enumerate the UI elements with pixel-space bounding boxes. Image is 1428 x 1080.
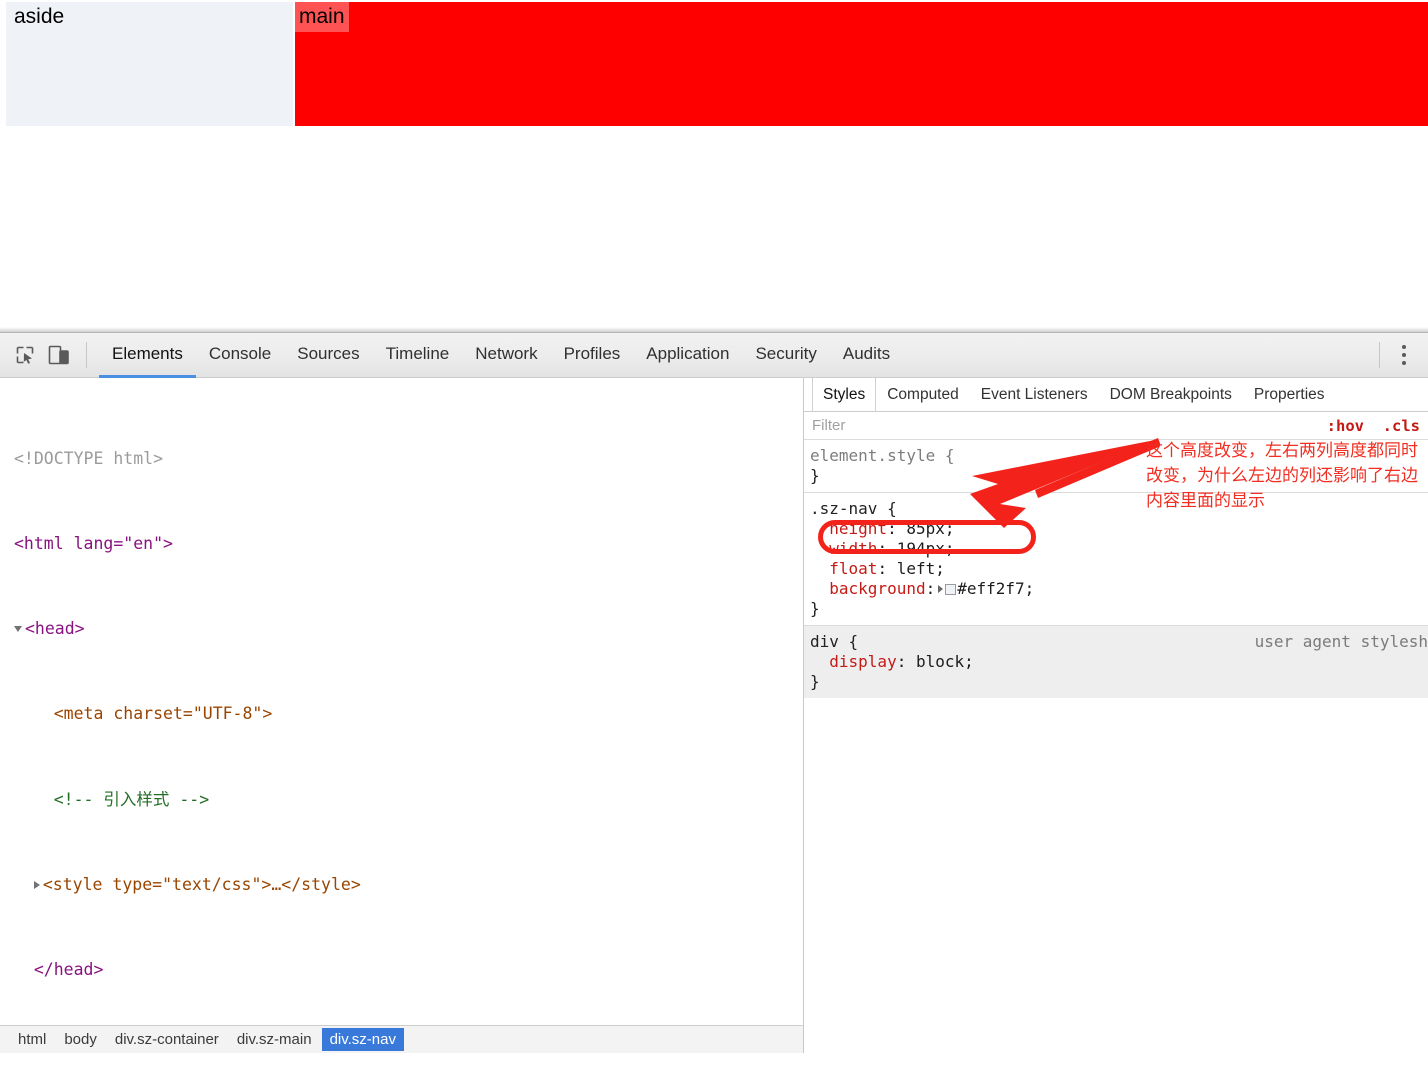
- breadcrumb-item-sz-nav[interactable]: div.sz-nav: [321, 1028, 404, 1051]
- inspect-element-icon[interactable]: [8, 333, 42, 377]
- css-value-height[interactable]: 85px: [906, 519, 945, 538]
- css-value-width[interactable]: 194px: [897, 539, 945, 558]
- device-toolbar-icon[interactable]: [42, 333, 76, 377]
- tab-profiles[interactable]: Profiles: [551, 333, 634, 378]
- dom-html-open: <html lang="en">: [14, 534, 173, 554]
- tab-properties[interactable]: Properties: [1243, 378, 1336, 411]
- css-rule-div-ua[interactable]: div { display: block; } user agent styles…: [804, 625, 1428, 698]
- toolbar-divider: [86, 342, 87, 368]
- dom-head-open: <head>: [25, 619, 85, 639]
- css-rule-element-style[interactable]: element.style { }: [804, 440, 1428, 492]
- dom-row[interactable]: <!DOCTYPE html>: [0, 448, 803, 469]
- disclosure-triangle-icon[interactable]: [14, 626, 22, 633]
- tab-network[interactable]: Network: [462, 333, 550, 378]
- preview-main-label: main: [295, 2, 349, 32]
- styles-filter-bar[interactable]: Filter :hov .cls: [804, 412, 1428, 440]
- breadcrumb-item-html[interactable]: html: [10, 1028, 54, 1051]
- color-swatch[interactable]: [945, 584, 957, 595]
- hov-cls-toggles[interactable]: :hov .cls: [1327, 417, 1420, 435]
- dom-head-close: </head>: [33, 960, 104, 980]
- css-prop-display[interactable]: display: [829, 652, 896, 671]
- breadcrumb-item-sz-main[interactable]: div.sz-main: [229, 1028, 320, 1051]
- tab-styles[interactable]: Styles: [812, 378, 877, 411]
- dom-comment: <!-- 引入样式 -->: [53, 789, 210, 809]
- css-value-float[interactable]: left: [897, 559, 936, 578]
- css-selector: element.style {: [810, 446, 955, 465]
- styles-pane: Styles Computed Event Listeners DOM Brea…: [804, 378, 1428, 1053]
- devtools-panel: Elements Console Sources Timeline Networ…: [0, 332, 1428, 1080]
- css-rule-close: }: [810, 599, 820, 618]
- css-rule-sz-nav[interactable]: .sz-nav { height: 85px; width: 194px; fl…: [804, 492, 1428, 625]
- toolbar-right-group: [1379, 335, 1428, 375]
- dom-row[interactable]: <html lang="en">: [0, 533, 803, 554]
- tab-console[interactable]: Console: [196, 333, 284, 378]
- disclosure-triangle-icon[interactable]: [33, 880, 40, 889]
- dom-doctype: <!DOCTYPE html>: [14, 448, 164, 468]
- dom-tree: <!DOCTYPE html> <html lang="en"> <head> …: [0, 378, 803, 1053]
- devtools-toolbar: Elements Console Sources Timeline Networ…: [0, 333, 1428, 378]
- css-prop-width[interactable]: width: [829, 539, 877, 558]
- breadcrumb-item-body[interactable]: body: [56, 1028, 105, 1051]
- tab-dom-breakpoints[interactable]: DOM Breakpoints: [1099, 378, 1243, 411]
- preview-aside-column: aside: [6, 2, 293, 126]
- tab-event-listeners[interactable]: Event Listeners: [970, 378, 1099, 411]
- devtools-tab-bar: Elements Console Sources Timeline Networ…: [99, 333, 903, 378]
- css-stylesheet-source: user agent stylesh: [1254, 632, 1428, 651]
- tab-security[interactable]: Security: [742, 333, 829, 378]
- dom-tree-pane[interactable]: <!DOCTYPE html> <html lang="en"> <head> …: [0, 378, 804, 1053]
- styles-tab-bar: Styles Computed Event Listeners DOM Brea…: [804, 378, 1428, 412]
- dom-row[interactable]: <head>: [0, 618, 803, 639]
- preview-aside-label: aside: [14, 5, 65, 28]
- preview-main-column: main: [295, 2, 1428, 126]
- tab-timeline[interactable]: Timeline: [373, 333, 463, 378]
- css-selector: .sz-nav {: [810, 499, 897, 518]
- tab-elements[interactable]: Elements: [99, 333, 196, 378]
- expand-triangle-icon[interactable]: [938, 585, 944, 593]
- toolbar-divider-right: [1379, 342, 1380, 368]
- devtools-content: <!DOCTYPE html> <html lang="en"> <head> …: [0, 378, 1428, 1053]
- dom-row[interactable]: </head>: [0, 959, 803, 980]
- css-prop-background[interactable]: background: [829, 579, 925, 598]
- dom-meta: <meta charset="UTF-8">: [53, 704, 273, 724]
- breadcrumb: html body div.sz-container div.sz-main d…: [0, 1025, 803, 1053]
- dom-style-line: <style type="text/css">…</style>: [42, 874, 361, 894]
- tab-application[interactable]: Application: [633, 333, 742, 378]
- breadcrumb-item-sz-container[interactable]: div.sz-container: [107, 1028, 227, 1051]
- css-selector: div {: [810, 632, 859, 651]
- kebab-menu-icon[interactable]: [1390, 335, 1418, 375]
- filter-input-placeholder[interactable]: Filter: [812, 417, 845, 434]
- page-preview-viewport: aside main: [0, 0, 1428, 332]
- css-value-background[interactable]: #eff2f7: [957, 579, 1024, 598]
- css-rule-close: }: [810, 672, 820, 691]
- dom-row[interactable]: <meta charset="UTF-8">: [0, 703, 803, 724]
- css-prop-float[interactable]: float: [829, 559, 877, 578]
- dom-row[interactable]: <style type="text/css">…</style>: [0, 874, 803, 895]
- dom-row[interactable]: <!-- 引入样式 -->: [0, 789, 803, 810]
- tab-audits[interactable]: Audits: [830, 333, 903, 378]
- tab-sources[interactable]: Sources: [284, 333, 372, 378]
- css-value-display[interactable]: block: [916, 652, 964, 671]
- tab-computed[interactable]: Computed: [876, 378, 970, 411]
- css-prop-height[interactable]: height: [829, 519, 887, 538]
- css-rule-close: }: [810, 466, 820, 485]
